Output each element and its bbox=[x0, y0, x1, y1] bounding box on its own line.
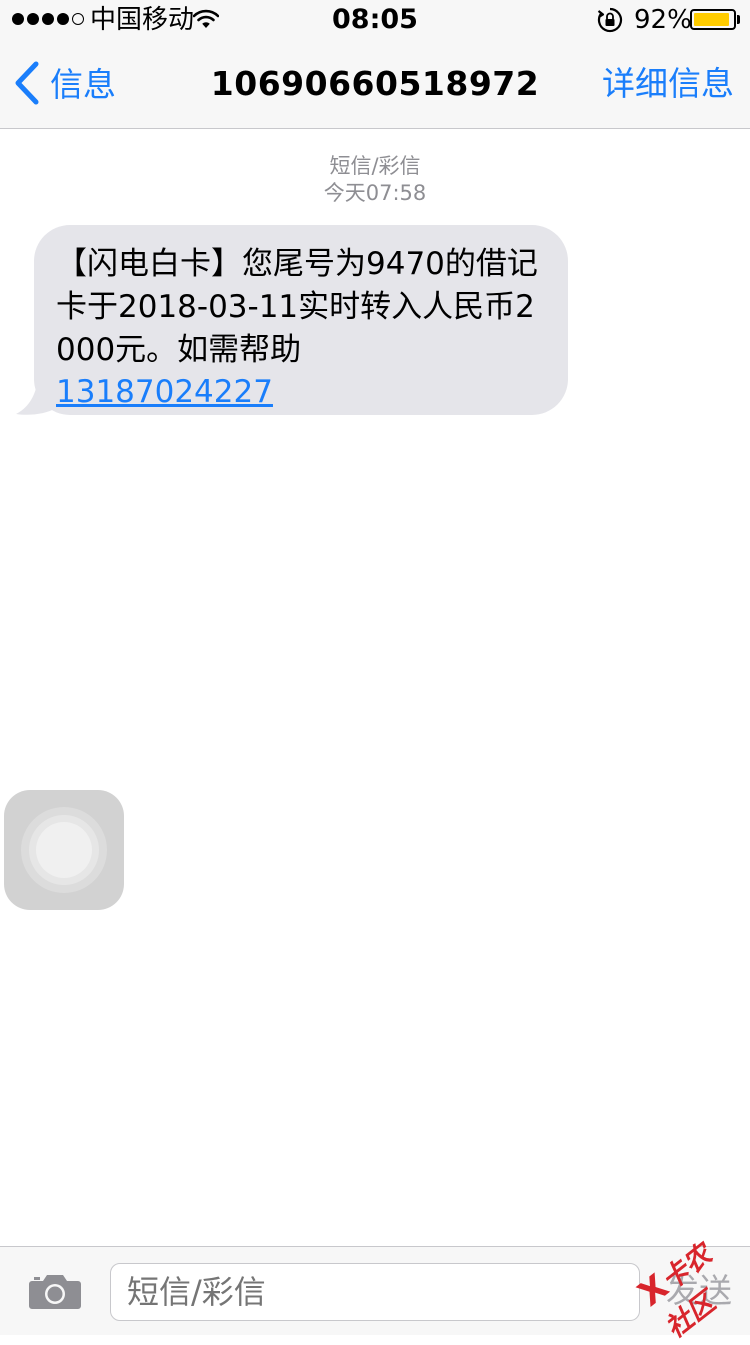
assistive-touch-ring bbox=[36, 822, 92, 878]
message-timestamp: 今天07:58 bbox=[323, 181, 427, 205]
battery-icon bbox=[690, 9, 736, 30]
battery-percent: 92% bbox=[634, 5, 692, 35]
status-bar: 中国移动 08:05 92% bbox=[0, 0, 750, 40]
message-input[interactable] bbox=[110, 1263, 640, 1321]
phone-number-link[interactable]: 13187024227 bbox=[56, 372, 546, 412]
details-button[interactable]: 详细信息 bbox=[602, 62, 734, 106]
battery-level bbox=[694, 13, 729, 26]
incoming-message-bubble[interactable]: 【闪电白卡】您尾号为9470的借记卡于2018-03-11实时转入人民币2000… bbox=[34, 225, 568, 415]
camera-icon[interactable] bbox=[28, 1272, 82, 1314]
message-type-label: 短信/彩信 bbox=[329, 154, 421, 178]
orientation-lock-icon bbox=[597, 7, 623, 37]
assistive-touch-button[interactable] bbox=[4, 790, 124, 910]
navigation-bar: 信息 10690660518972 详细信息 bbox=[0, 40, 750, 129]
battery-cap bbox=[737, 15, 740, 24]
message-text: 【闪电白卡】您尾号为9470的借记卡于2018-03-11实时转入人民币2000… bbox=[56, 246, 538, 368]
